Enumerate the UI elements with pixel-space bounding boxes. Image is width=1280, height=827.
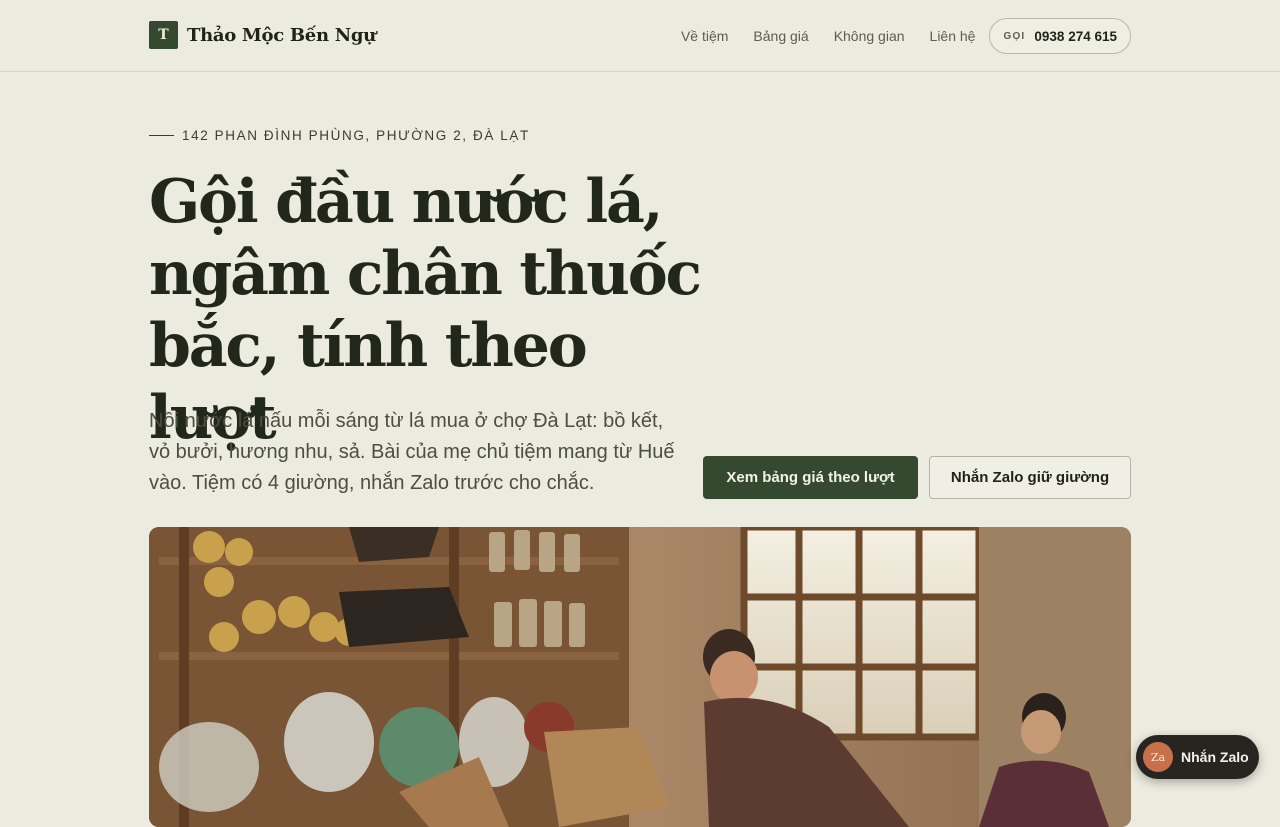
zalo-floating-label: Nhắn Zalo (1181, 749, 1249, 765)
nav-link-pricing[interactable]: Bảng giá (753, 28, 808, 44)
main-nav: Về tiệm Bảng giá Không gian Liên hệ GỌI … (681, 18, 1131, 54)
eyebrow-rule (149, 135, 174, 136)
herbal-shop-photo (149, 527, 1131, 827)
nav-link-space[interactable]: Không gian (834, 28, 905, 44)
hero-description: Nồi nước lá nấu mỗi sáng từ lá mua ở chợ… (149, 410, 675, 494)
nav-link-contact[interactable]: Liên hệ (930, 28, 976, 44)
address-eyebrow: 142 PHAN ĐÌNH PHÙNG, PHƯỜNG 2, ĐÀ LẠT (149, 128, 530, 143)
brand[interactable]: T Thảo Mộc Bến Ngự (149, 21, 376, 49)
zalo-icon: Za (1143, 742, 1173, 772)
zalo-floating-button[interactable]: Za Nhắn Zalo (1136, 735, 1259, 779)
view-pricing-button[interactable]: Xem bảng giá theo lượt (703, 456, 918, 499)
call-button[interactable]: GỌI 0938 274 615 (989, 18, 1131, 54)
hero-photo (149, 527, 1131, 827)
brand-logo: T (149, 21, 178, 49)
nav-link-about[interactable]: Về tiệm (681, 28, 728, 44)
brand-name: Thảo Mộc Bến Ngự (187, 24, 376, 46)
site-header: T Thảo Mộc Bến Ngự Về tiệm Bảng giá Khôn… (0, 0, 1280, 72)
phone-number: 0938 274 615 (1034, 28, 1117, 44)
call-label: GỌI (1003, 30, 1026, 42)
address-text: 142 PHAN ĐÌNH PHÙNG, PHƯỜNG 2, ĐÀ LẠT (182, 128, 530, 143)
zalo-reserve-button[interactable]: Nhắn Zalo giữ giường (929, 456, 1131, 499)
